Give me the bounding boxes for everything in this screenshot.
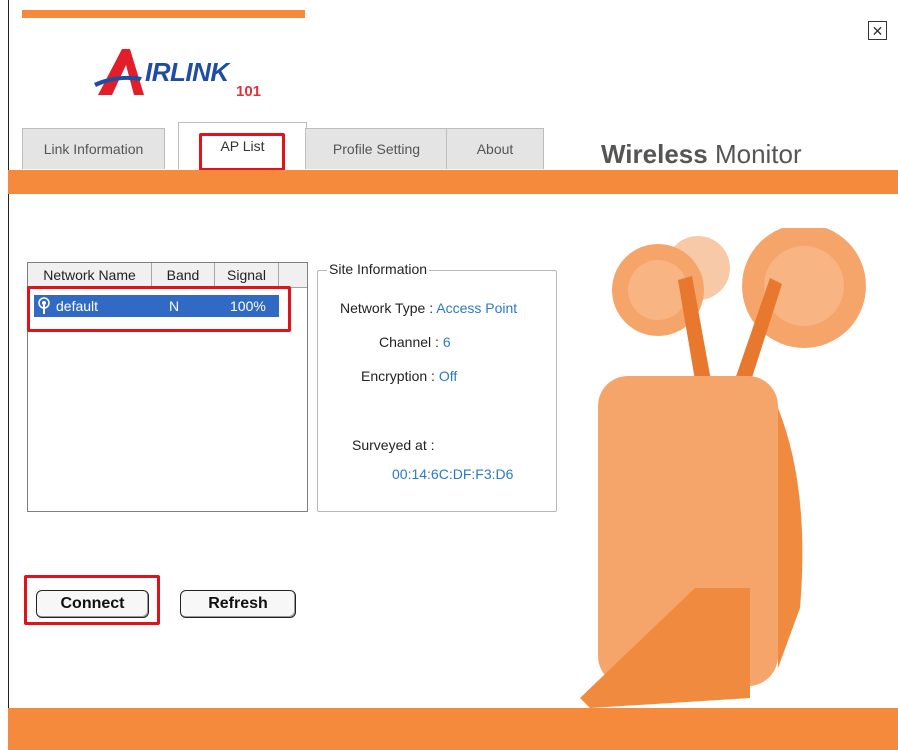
tab-label: AP List bbox=[220, 138, 265, 154]
tab-label: Link Information bbox=[43, 141, 144, 157]
surveyed-at-label: Surveyed at : bbox=[352, 437, 435, 453]
ap-list-header: Network Name Band Signal bbox=[28, 263, 307, 288]
close-icon[interactable]: ✕ bbox=[868, 21, 887, 40]
encryption-value: Off bbox=[438, 368, 458, 384]
connect-button-highlight bbox=[24, 575, 160, 625]
tab-label: About bbox=[476, 141, 514, 157]
airlink-logo: IRLINK 101 bbox=[92, 33, 272, 103]
logo-wordmark: IRLINK bbox=[145, 57, 229, 87]
footer-orange-bar bbox=[8, 708, 898, 750]
tab-about[interactable]: About bbox=[446, 128, 544, 169]
tab-profile-setting[interactable]: Profile Setting bbox=[305, 128, 448, 169]
tab-link-information[interactable]: Link Information bbox=[22, 128, 165, 169]
channel-line: Channel : 6 bbox=[379, 334, 451, 350]
network-type-value: Access Point bbox=[436, 300, 518, 316]
logo-number: 101 bbox=[236, 83, 262, 100]
column-band[interactable]: Band bbox=[152, 263, 215, 287]
row-highlight bbox=[27, 286, 291, 332]
header-orange-bar bbox=[8, 170, 898, 194]
encryption-label: Encryption : bbox=[361, 368, 435, 384]
top-accent-strip bbox=[22, 10, 305, 18]
tab-ap-list[interactable]: AP List bbox=[178, 122, 307, 169]
network-type-label: Network Type : bbox=[340, 300, 434, 316]
network-type-line: Network Type : Access Point bbox=[340, 300, 517, 316]
app-title: Wireless Monitor bbox=[601, 139, 802, 170]
airlink-a-mark-icon bbox=[94, 49, 144, 95]
column-signal[interactable]: Signal bbox=[215, 263, 279, 287]
surveyed-at-value: 00:14:6C:DF:F3:D6 bbox=[392, 466, 514, 482]
tab-bar: Link Information AP List Profile Setting… bbox=[22, 122, 544, 170]
encryption-line: Encryption : Off bbox=[361, 368, 457, 384]
channel-label: Channel : bbox=[379, 334, 439, 350]
app-title-bold: Wireless bbox=[601, 139, 708, 169]
app-title-light: Monitor bbox=[714, 139, 802, 169]
refresh-button[interactable]: Refresh bbox=[180, 590, 296, 618]
column-network-name[interactable]: Network Name bbox=[28, 263, 152, 287]
tab-label: Profile Setting bbox=[332, 141, 421, 157]
router-illustration bbox=[580, 228, 866, 708]
site-information-legend: Site Information bbox=[327, 261, 430, 277]
channel-value: 6 bbox=[442, 334, 451, 350]
